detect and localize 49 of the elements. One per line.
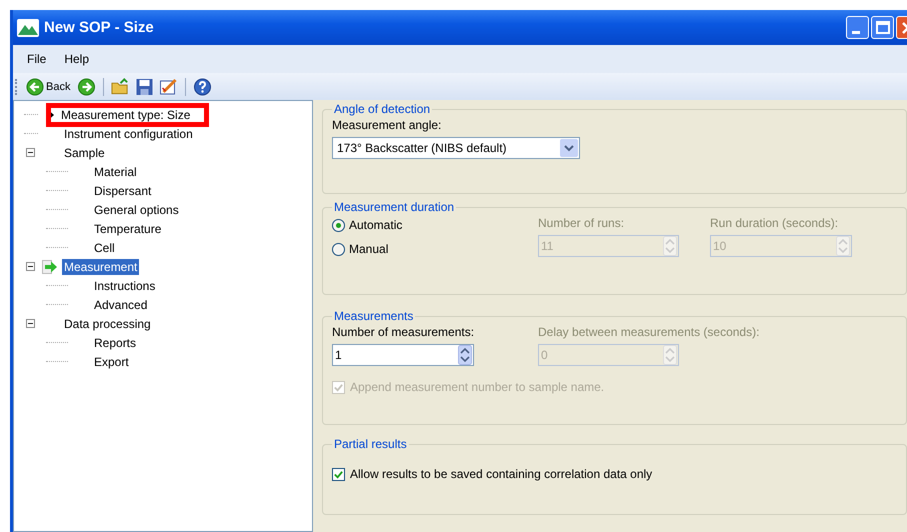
tree-item[interactable]: General options: [92, 202, 181, 218]
tree-item[interactable]: Data processing: [62, 316, 153, 332]
maximize-icon: [876, 21, 890, 34]
collapse-toggle-icon[interactable]: [26, 319, 35, 328]
checkbox-label: Allow results to be saved containing correlation data only: [350, 467, 652, 481]
collapse-toggle-icon[interactable]: [26, 262, 35, 271]
number-field[interactable]: 1: [332, 344, 474, 366]
window-title: New SOP - Size: [44, 19, 154, 36]
checkbox-label: Append measurement number to sample name.: [350, 380, 604, 394]
menu-item[interactable]: Help: [64, 52, 90, 66]
help-icon[interactable]: [193, 78, 212, 96]
checkbox[interactable]: [332, 468, 345, 480]
save-icon[interactable]: [135, 78, 154, 96]
tree-item[interactable]: Cell: [92, 240, 117, 256]
field-label: Delay between measurements (seconds):: [538, 325, 760, 339]
back-button[interactable]: Back: [24, 78, 72, 96]
edit-icon[interactable]: [159, 78, 178, 96]
maximize-button[interactable]: [871, 16, 894, 39]
tree-item[interactable]: Instructions: [92, 278, 158, 294]
tree-item[interactable]: Sample: [62, 144, 107, 160]
group-title: Measurements: [333, 309, 414, 323]
field-label: Measurement angle:: [332, 118, 442, 132]
forward-icon[interactable]: [77, 78, 96, 96]
tree-item[interactable]: Export: [92, 354, 131, 370]
tree-item[interactable]: Material: [92, 164, 139, 180]
tree-item[interactable]: Measurement: [62, 258, 140, 274]
collapse-toggle-icon[interactable]: [26, 148, 35, 157]
tree-item[interactable]: Temperature: [92, 220, 164, 236]
radio-button[interactable]: [332, 242, 345, 256]
folder-icon[interactable]: [111, 78, 130, 96]
radio-label: Manual: [349, 242, 388, 256]
radio-label: Automatic: [349, 218, 402, 232]
menu-item[interactable]: File: [27, 52, 46, 66]
tree-item[interactable]: Advanced: [92, 296, 150, 312]
field-label: Number of runs:: [538, 216, 626, 230]
angle-dropdown[interactable]: 173° Backscatter (NIBS default): [332, 137, 580, 159]
field-label: Run duration (seconds):: [710, 216, 840, 230]
mountain-icon: [17, 18, 39, 36]
tree-item[interactable]: Dispersant: [92, 182, 154, 198]
group-title: Measurement duration: [333, 200, 456, 214]
spin-arrows-icon[interactable]: [458, 345, 472, 365]
minimize-button[interactable]: [846, 16, 869, 39]
minimize-icon: [852, 30, 860, 34]
tree-item[interactable]: Reports: [92, 334, 138, 350]
radio-button[interactable]: [332, 218, 345, 232]
tree-item[interactable]: Instrument configuration: [62, 126, 195, 142]
group-title: Angle of detection: [333, 102, 432, 116]
group-title: Partial results: [333, 437, 408, 451]
field-label: Number of measurements:: [332, 325, 474, 339]
